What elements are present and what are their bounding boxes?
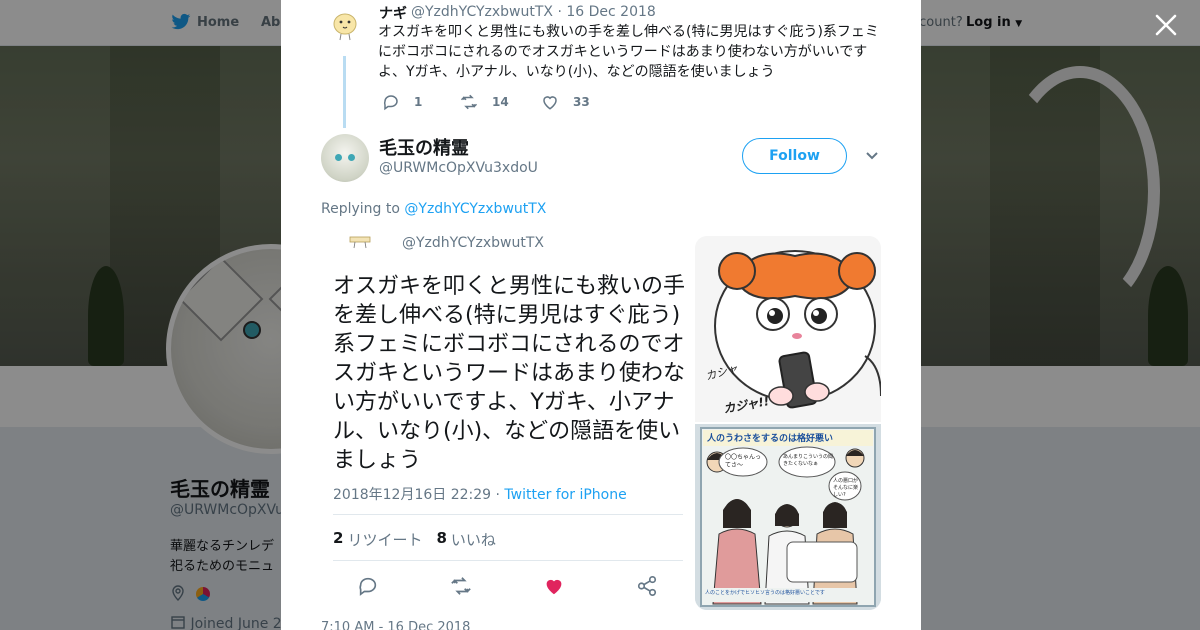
embedded-timestamp-text: 2018年12月16日 22:29 · [333,487,505,503]
reply-icon [383,95,398,111]
embedded-retweet-icon [451,577,471,595]
like-count: 33 [573,95,590,109]
poster-illustration [695,424,881,610]
retweet-icon [460,94,478,110]
parent-tweet-handle-date[interactable]: @YzdhYCYzxbwutTX · 16 Dec 2018 [411,4,656,20]
embedded-tweet-timestamp: 2018年12月16日 22:29 · Twitter for iPhone [333,484,627,504]
parent-tweet-text: オスガキを叩くと男性にも救いの手を差し伸べる(特に男児はすぐ庇う)系フェミにボコ… [378,24,879,80]
parent-tweet-author-name[interactable]: ナギ [379,3,407,23]
poster-title: 人のうわさをするのは格好悪い [707,434,834,444]
retweets-label: リツイート [347,531,423,549]
retweet-count: 14 [492,95,509,109]
poster-bubble: あんまりこういうの聞きたくないなぁ [783,454,834,467]
poster-bubble: 〇〇ちゃんってさ～ [725,454,762,469]
tweet-modal: ナギ @YzdhYCYzxbwutTX · 16 Dec 2018 オスガキを叩… [281,0,921,630]
replying-prefix: Replying to [321,201,405,217]
embedded-liked-heart-icon [546,579,562,595]
likes-label: いいね [450,531,496,549]
chevron-down-icon[interactable] [865,150,879,162]
embedded-tweet-handle: @YzdhYCYzxbwutTX [402,235,545,251]
parent-tweet-avatar[interactable] [331,10,359,42]
replying-to-link[interactable]: @YzdhYCYzxbwutTX [404,201,546,217]
hamster-illustration [714,250,881,409]
divider [333,560,683,561]
embedded-reply-icon [359,577,377,596]
poster-bubble: 人の悪口がそんなに楽しい? [833,478,859,498]
embedded-share-icon [637,576,657,596]
tweet-timestamp[interactable]: 7:10 AM - 16 Dec 2018 [321,620,470,630]
likes-number: 8 [436,529,447,547]
tweet-author-avatar[interactable] [321,134,369,182]
tweet-photo-poster[interactable]: 人のうわさをするのは格好悪い 〇〇ちゃんってさ～ あんまりこういうの聞きたくない… [695,424,881,610]
thread-connector-line [343,56,346,128]
tweet-photo-hamster[interactable]: カシャ カジャ!! [695,236,881,422]
tweet-author-handle[interactable]: @URWMcOpXVu3xdoU [379,160,538,176]
reply-count: 1 [414,95,423,109]
embedded-tweet-stats: 2 リツイート 8 いいね [333,529,496,550]
avatar-eye [335,154,342,161]
follow-button[interactable]: Follow [742,138,847,174]
heart-icon [543,96,557,110]
retweets-number: 2 [333,529,344,547]
avatar-eye [348,154,355,161]
divider [333,514,683,515]
tweet-author-name[interactable]: 毛玉の精霊 [379,134,469,160]
close-icon[interactable] [1153,12,1179,38]
retweet-button[interactable]: 14 [460,93,509,111]
embedded-client-label: Twitter for iPhone [504,487,627,503]
embedded-tweet-avatar [349,236,371,249]
embedded-tweet-text: オスガキを叩くと男性にも救いの手を差し伸べる(特に男児はすぐ庇う)系フェミにボコ… [333,274,686,473]
poster-footer: 人のことをかげでヒソヒソ言うのは格好悪いことです [705,590,825,596]
reply-button[interactable]: 1 [382,93,422,111]
replying-to: Replying to @YzdhYCYzxbwutTX [321,201,546,217]
like-button[interactable]: 33 [541,93,590,111]
